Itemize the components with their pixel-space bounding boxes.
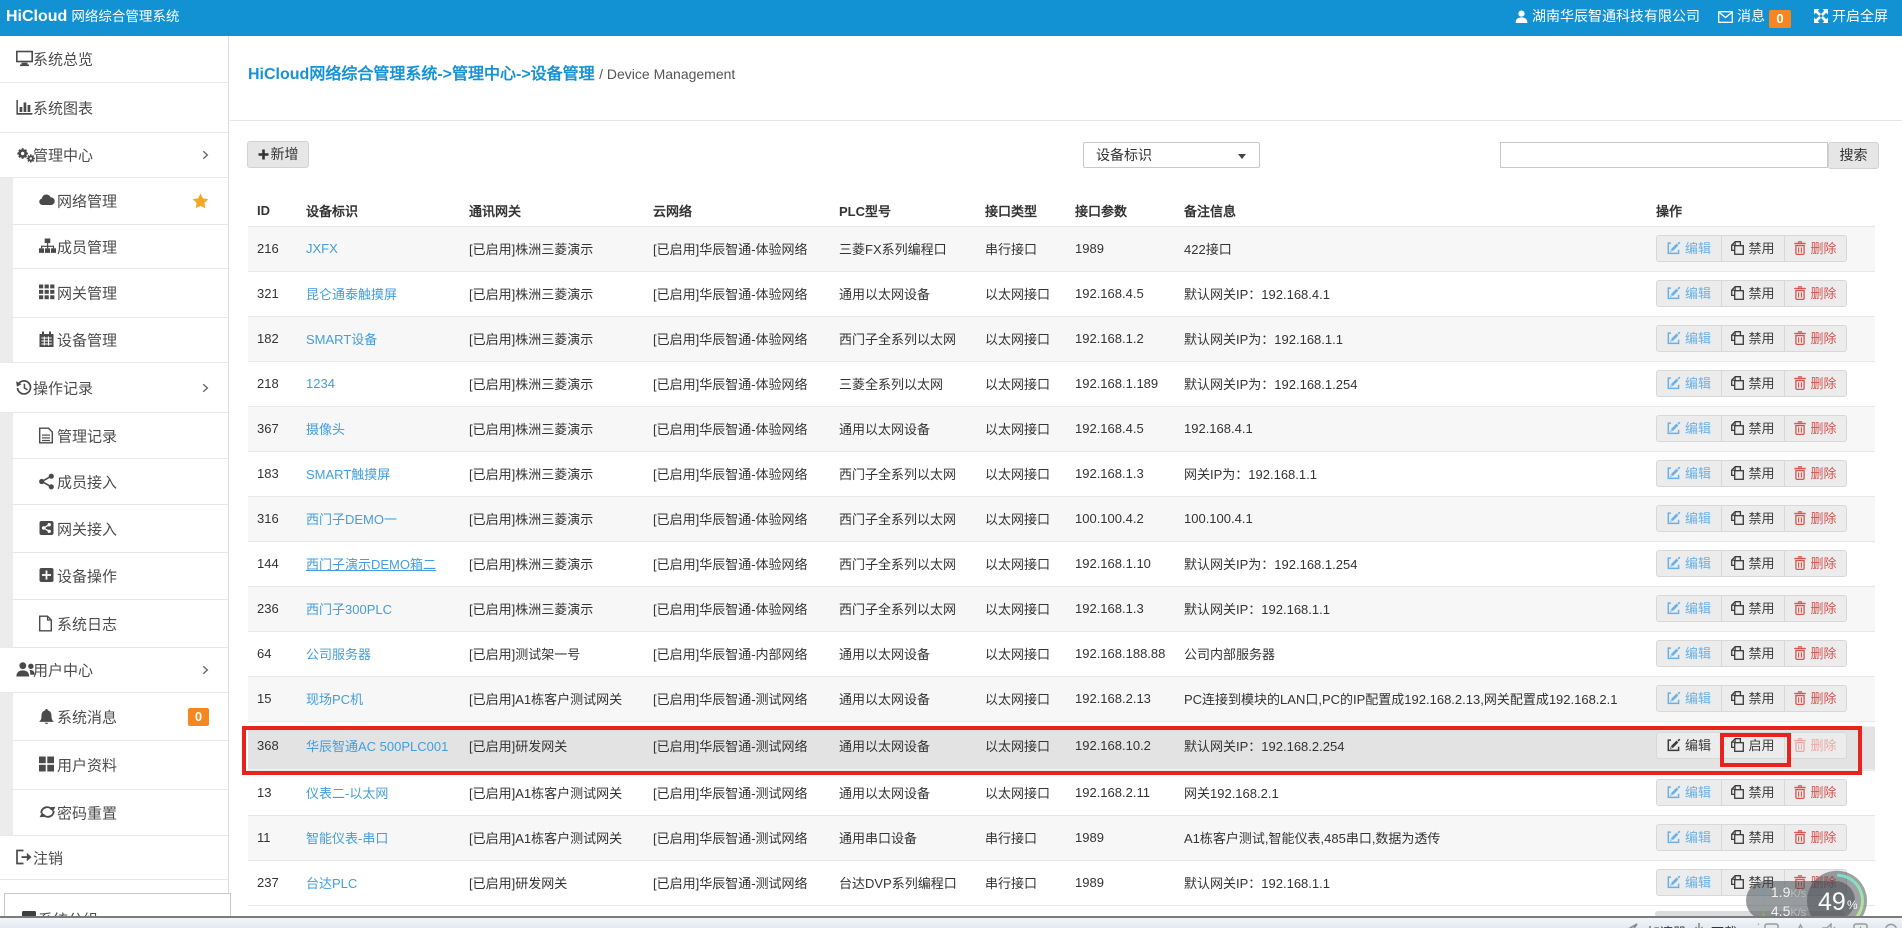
svg-text:%: % bbox=[1847, 898, 1858, 912]
svg-text:49: 49 bbox=[1818, 888, 1846, 916]
